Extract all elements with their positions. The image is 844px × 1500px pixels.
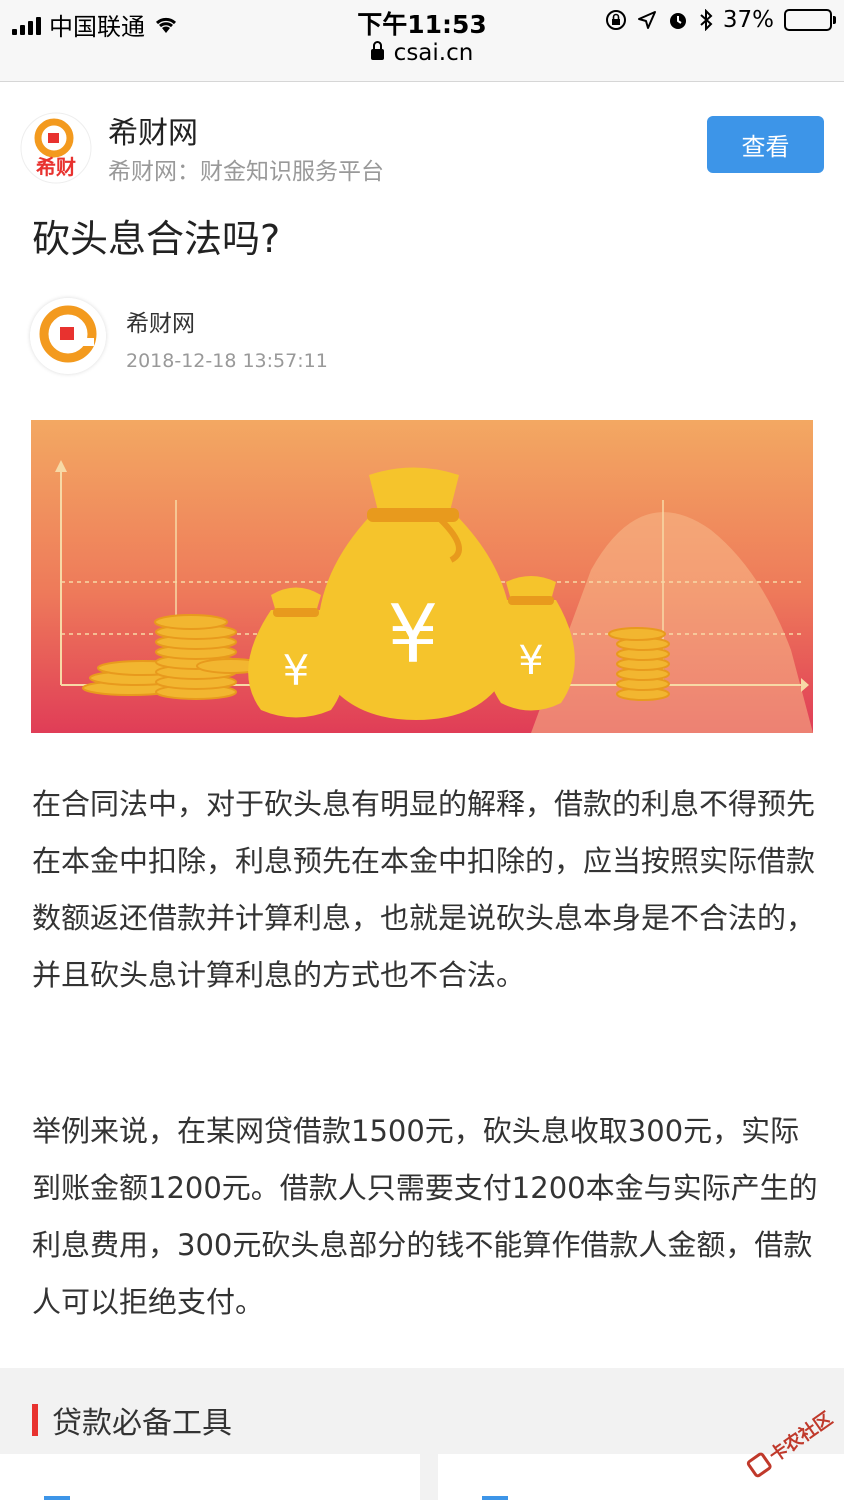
battery-percent: 37% bbox=[722, 7, 774, 33]
site-header: 希财 希财网 希财网：财金知识服务平台 查看 bbox=[0, 100, 844, 196]
yen-symbol-center: ¥ bbox=[388, 588, 439, 681]
alarm-icon bbox=[669, 13, 686, 29]
site-name: 希财网 bbox=[108, 116, 198, 151]
article-paragraph: 举例来说，在某网贷借款1500元，砍头息收取300元，实际到账金额1200元。借… bbox=[32, 1114, 818, 1319]
yen-symbol-right: ¥ bbox=[518, 638, 543, 684]
tools-section: 贷款必备工具 bbox=[0, 1368, 844, 1500]
lock-icon bbox=[370, 41, 384, 60]
article-paragraph: 在合同法中，对于砍头息有明显的解释，借款的利息不得预先在本金中扣除，利息预先在本… bbox=[32, 787, 816, 992]
bluetooth-icon bbox=[700, 9, 713, 31]
author-name: 希财网 bbox=[126, 311, 195, 337]
tool-icon bbox=[482, 1496, 508, 1500]
tool-icon bbox=[44, 1496, 70, 1500]
view-button[interactable]: 查看 bbox=[707, 116, 824, 173]
publish-date: 2018-12-18 13:57:11 bbox=[126, 350, 328, 372]
location-icon bbox=[637, 11, 656, 29]
banner-image: ¥ ¥ ¥ bbox=[31, 420, 813, 733]
status-right: 37% bbox=[605, 7, 836, 33]
author-avatar[interactable] bbox=[30, 298, 106, 374]
battery-icon bbox=[784, 9, 836, 31]
status-bar: 中国联通 下午11:53 37% csai.cn bbox=[0, 0, 844, 82]
site-logo-text: 希财 bbox=[36, 155, 76, 179]
article-title: 砍头息合法吗? bbox=[32, 217, 281, 261]
author-block: 希财网 2018-12-18 13:57:11 bbox=[30, 298, 630, 378]
url-text: csai.cn bbox=[393, 40, 474, 66]
yen-symbol-left: ¥ bbox=[283, 646, 310, 695]
url-bar[interactable]: csai.cn bbox=[0, 40, 844, 66]
site-logo[interactable]: 希财 bbox=[20, 112, 92, 184]
tool-card[interactable] bbox=[0, 1454, 420, 1500]
rotation-lock-icon bbox=[605, 10, 626, 30]
site-subtitle: 希财网：财金知识服务平台 bbox=[108, 159, 384, 185]
tools-title: 贷款必备工具 bbox=[32, 1398, 232, 1442]
